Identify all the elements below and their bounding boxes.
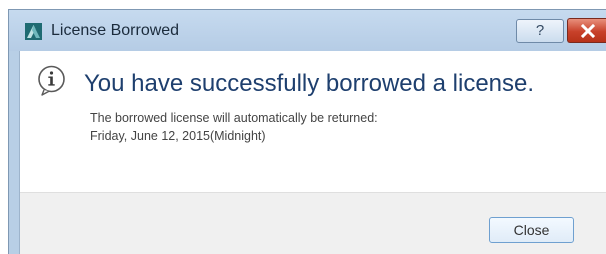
help-button[interactable]: ?: [516, 19, 564, 43]
dialog-window: License Borrowed ? You have successfully…: [8, 9, 606, 254]
dialog-client-area: You have successfully borrowed a license…: [19, 51, 606, 254]
close-button[interactable]: Close: [489, 217, 574, 243]
message-area: You have successfully borrowed a license…: [20, 51, 606, 191]
close-icon: [580, 24, 596, 38]
return-date-text: Friday, June 12, 2015(Midnight): [90, 129, 266, 143]
return-notice-text: The borrowed license will automatically …: [90, 111, 378, 125]
window-title: License Borrowed: [51, 22, 180, 39]
window-close-button[interactable]: [567, 18, 606, 43]
title-bar[interactable]: License Borrowed ?: [9, 10, 606, 51]
message-heading: You have successfully borrowed a license…: [84, 70, 535, 97]
button-bar: Close: [20, 192, 606, 254]
info-icon: [35, 64, 68, 97]
autodesk-logo-icon: [25, 23, 42, 40]
